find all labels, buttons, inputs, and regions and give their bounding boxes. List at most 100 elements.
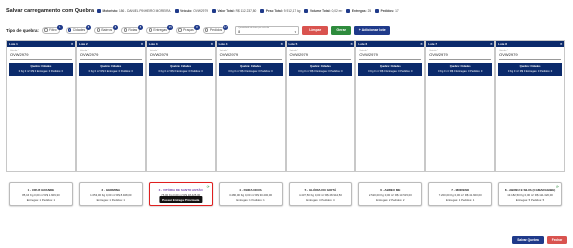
summary-title: Quebra: Cidades [310, 65, 331, 68]
vehicle-field[interactable]: Veículo * OVW2979 [149, 50, 212, 60]
vehicle-value[interactable]: OVW2979 [220, 52, 282, 57]
clear-button[interactable]: Limpar [302, 25, 329, 35]
radio-icon[interactable] [148, 28, 152, 32]
summary-detail: 0 Kg 0 m³ R$ 0 Entregas: 0 Pedidos: 0 [158, 69, 203, 73]
chevron-down-icon[interactable]: ▾ [295, 30, 297, 34]
lot-summary: Quebra: Cidades 0 Kg 0 m³ R$ 0 Entregas: … [148, 63, 213, 76]
city-card[interactable]: 5 - GLÓRIA DO GOITÁ 4.437,50 Kg 0,00 m³ R… [288, 182, 353, 206]
city-card[interactable]: 6 - ABREU ME 2.520,00 Kg 0,00 m³ R$ 13.51… [358, 182, 423, 206]
summary-detail: 0 Kg 0 m³ R$ 0 Entregas: 0 Pedidos: 0 [298, 69, 343, 73]
vehicle-value[interactable]: OVW2979 [359, 52, 421, 57]
vehicle-field[interactable]: Veículo * OVW2979 [79, 50, 142, 60]
summary-detail: 0 Kg 0 m³ R$ 0 Entregas: 0 Pedidos: 0 [88, 69, 134, 73]
vehicle-field[interactable]: Veículo * OVW2979 [359, 50, 422, 60]
radio-icon[interactable] [68, 28, 72, 32]
vehicle-value[interactable]: OVW2979 [10, 52, 72, 57]
meta-veiculo: Veículo: OVW2979 [174, 9, 209, 13]
city-card[interactable]: 4 - FEIRA NOVA 3.480,00 Kg 0,00 m³ R$ 30.… [218, 182, 283, 206]
filter-row: Tipo de quebra: Filtro 1 Cidades 8 Bairros… [6, 22, 393, 38]
meta-label: Pedidos: [380, 9, 395, 13]
meta-label: Motorista: [102, 9, 118, 13]
filter-option-cidades[interactable]: Cidades 8 [65, 24, 92, 34]
refresh-icon[interactable]: ⟳ [556, 185, 559, 189]
count-badge: 1 [57, 24, 63, 30]
filter-option-bairros[interactable]: Bairros 8 [94, 24, 119, 34]
lot-lane[interactable]: Lote 2 ✕ Veículo * OVW2979 Quebra: Cidades 0 … [75, 40, 146, 172]
lot-lane[interactable]: Lote 8 ✕ Veículo * OVW2979 Quebra: Cidades 0 … [495, 40, 565, 172]
lanes-board: Lote 1 ✕ Veículo * OVW2979 Quebra: Cidades 0 … [6, 40, 565, 172]
vehicle-field[interactable]: Veículo * OVW2979 [10, 50, 72, 60]
meta-value: 25 [367, 9, 372, 13]
radio-icon[interactable] [178, 28, 182, 32]
filter-option-pracas[interactable]: Praças 8 [175, 24, 200, 34]
save-break-button[interactable]: Salvar Quebra [512, 236, 544, 244]
lot-title: Lote 4 [218, 42, 228, 46]
lot-lane[interactable]: Lote 5 ✕ Veículo * OVW2979 Quebra: Cidades 0 … [285, 40, 356, 172]
summary-title: Quebra: Cidades [519, 65, 541, 68]
close-icon[interactable]: ✕ [211, 42, 214, 46]
count-badge: 8 [137, 24, 144, 30]
filter-option-entregas[interactable]: Entregas 25 [146, 24, 173, 34]
lot-header: Lote 6 ✕ [356, 41, 425, 47]
city-card[interactable]: 1 - CRUZ GRANDE 85,16 Kg 0,00 m³ R$ 1.609… [9, 182, 73, 206]
summary-title: Quebra: Cidades [30, 65, 52, 68]
lot-lane[interactable]: Lote 7 ✕ Veículo * OVW2979 Quebra: Cidades 0 … [425, 40, 496, 172]
summary-title: Quebra: Cidades [170, 65, 192, 68]
add-lot-button[interactable]: + Adicionar lote [354, 25, 391, 35]
lot-lane[interactable]: Lote 6 ✕ Veículo * OVW2979 Quebra: Cidades 0 … [355, 40, 426, 172]
meta-value: R$ 112.237,80 [235, 9, 257, 13]
refresh-icon[interactable]: ⟳ [207, 185, 210, 189]
filter-option-rotas[interactable]: Rotas 8 [121, 24, 144, 34]
lot-title: Lote 2 [78, 42, 88, 46]
filter-option-label: Praças [183, 28, 194, 32]
count-badge: 8 [112, 24, 119, 30]
close-icon[interactable]: ✕ [350, 42, 353, 46]
lot-header: Lote 4 ✕ [216, 41, 285, 47]
vehicle-value[interactable]: OVW2979 [499, 52, 561, 57]
vehicle-value[interactable]: OVW2979 [290, 52, 352, 57]
vehicle-field[interactable]: Veículo * OVW2979 [429, 50, 492, 60]
close-icon[interactable]: ✕ [280, 42, 283, 46]
city-metrics: 85,16 Kg 0,00 m³ R$ 1.609,30 [22, 193, 60, 197]
count-badge: 25 [167, 24, 173, 30]
lot-lane[interactable]: Lote 1 ✕ Veículo * OVW2979 Quebra: Cidades 0 … [6, 40, 76, 172]
close-icon[interactable]: ✕ [490, 42, 493, 46]
city-card[interactable]: 8 - ABREU E SILVA (CAMARAGIBE) 13.182,50 … [498, 182, 562, 206]
lot-header: Lote 1 ✕ [7, 41, 75, 47]
close-icon[interactable]: ✕ [560, 42, 563, 46]
city-name: 4 - FEIRA NOVA [239, 188, 262, 192]
close-icon[interactable]: ✕ [71, 42, 74, 46]
entregas-icon [346, 9, 351, 13]
valor-total-icon [212, 9, 217, 13]
vehicle-value[interactable]: OVW2979 [80, 52, 142, 57]
meta-value: OVW2979 [193, 9, 209, 13]
radio-icon[interactable] [205, 28, 209, 32]
city-card[interactable]: 2 - GERMINA 1.053,00 Kg 0,00 m³ R$ 8.928,… [78, 182, 143, 206]
lot-summary: Quebra: Cidades 0 Kg 0 m³ R$ 0 Entregas: … [498, 63, 562, 76]
filter-option-filtro[interactable]: Filtro 1 [41, 24, 63, 34]
vehicle-field[interactable]: Veículo * OVW2979 [289, 50, 352, 60]
radio-icon[interactable] [96, 28, 100, 32]
radio-icon[interactable] [44, 28, 48, 32]
lot-count-select[interactable]: Quantidade de lotes por veículo 8 ▾ [235, 25, 300, 35]
city-name: 5 - GLÓRIA DO GOITÁ [304, 188, 337, 192]
vehicle-value[interactable]: OVW2979 [150, 52, 212, 57]
count-badge: 8 [85, 24, 92, 30]
vehicle-value[interactable]: OVW2979 [429, 52, 491, 57]
city-name: 6 - ABREU ME [380, 188, 401, 192]
city-card-slot: 5 - GLÓRIA DO GOITÁ 4.437,50 Kg 0,00 m³ R… [286, 182, 356, 214]
lot-lane[interactable]: Lote 3 ✕ Veículo * OVW2979 Quebra: Cidades 0 … [145, 40, 216, 172]
meta-label: Volume Total: [309, 9, 331, 13]
close-icon[interactable]: ✕ [141, 42, 144, 46]
generate-button[interactable]: Gerar [331, 25, 352, 35]
close-icon[interactable]: ✕ [420, 42, 423, 46]
exit-button[interactable]: Fechar [547, 236, 567, 244]
filter-option-pedidos[interactable]: Pedidos 17 [202, 24, 229, 34]
city-card[interactable]: 7 - MORENO 7.200,00 Kg 0,00 m³ R$ 41.600,… [428, 182, 493, 206]
radio-icon[interactable] [123, 28, 127, 32]
lot-title: Lote 7 [428, 42, 438, 46]
vehicle-field[interactable]: Veículo * OVW2979 [219, 50, 282, 60]
lot-lane[interactable]: Lote 4 ✕ Veículo * OVW2979 Quebra: Cidades 0 … [215, 40, 286, 172]
city-card[interactable]: 3 - VITÓRIA DE SANTO ANTÃO 75,00 Kg 0,00 … [148, 182, 213, 206]
vehicle-field[interactable]: Veículo * OVW2979 [499, 50, 561, 60]
